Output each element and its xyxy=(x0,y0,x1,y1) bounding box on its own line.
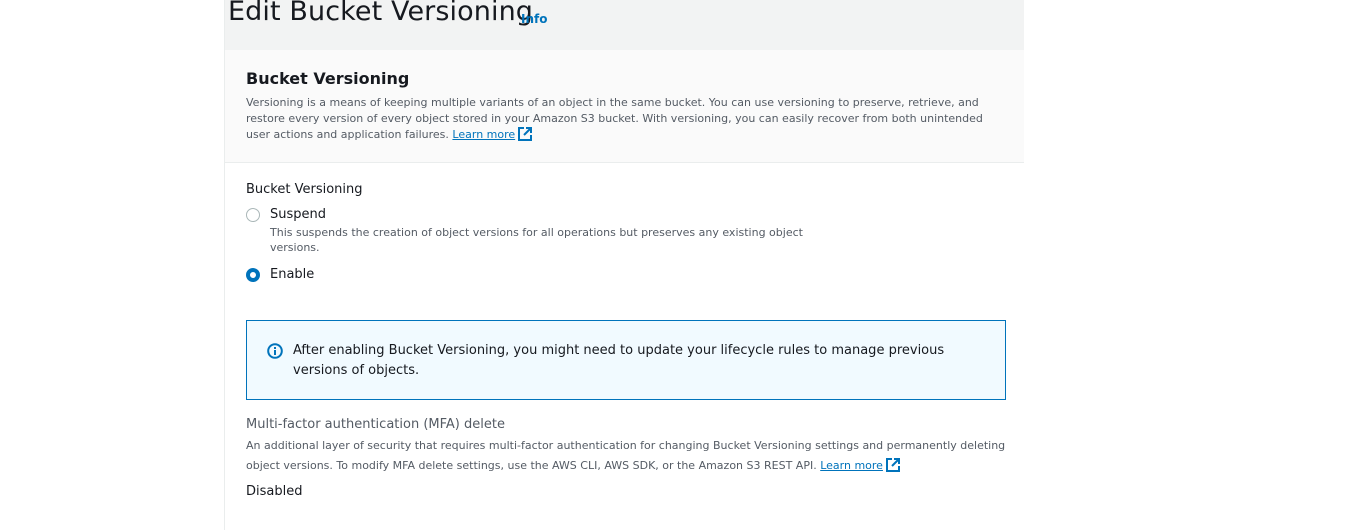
learn-more-link[interactable]: Learn more xyxy=(452,128,515,141)
section-description: Versioning is a means of keeping multipl… xyxy=(246,95,1006,143)
section-description-text: Versioning is a means of keeping multipl… xyxy=(246,96,983,141)
mfa-learn-more-link[interactable]: Learn more xyxy=(820,459,883,472)
external-link-icon[interactable] xyxy=(885,458,900,472)
suspend-radio[interactable] xyxy=(246,208,260,222)
mfa-description: An additional layer of security that req… xyxy=(246,436,1016,476)
mfa-status-value: Disabled xyxy=(246,484,303,499)
bucket-versioning-container: Bucket Versioning Versioning is a means … xyxy=(224,50,1024,530)
info-circle-icon xyxy=(267,343,283,359)
versioning-field-label: Bucket Versioning xyxy=(246,182,363,197)
suspend-description: This suspends the creation of object ver… xyxy=(270,226,803,254)
page-header: Edit Bucket Versioning Info xyxy=(224,0,1024,50)
info-link[interactable]: Info xyxy=(521,12,547,26)
section-title: Bucket Versioning xyxy=(246,69,410,88)
enable-radio[interactable] xyxy=(246,268,260,282)
external-link-icon[interactable] xyxy=(518,127,533,141)
alert-text: After enabling Bucket Versioning, you mi… xyxy=(293,343,945,378)
enable-label[interactable]: Enable xyxy=(270,267,314,282)
info-alert: After enabling Bucket Versioning, you mi… xyxy=(246,320,1006,400)
container-header: Bucket Versioning Versioning is a means … xyxy=(225,50,1024,163)
page-title: Edit Bucket Versioning xyxy=(228,0,534,27)
suspend-label[interactable]: Suspend xyxy=(270,207,326,222)
mfa-title: Multi-factor authentication (MFA) delete xyxy=(246,417,505,432)
